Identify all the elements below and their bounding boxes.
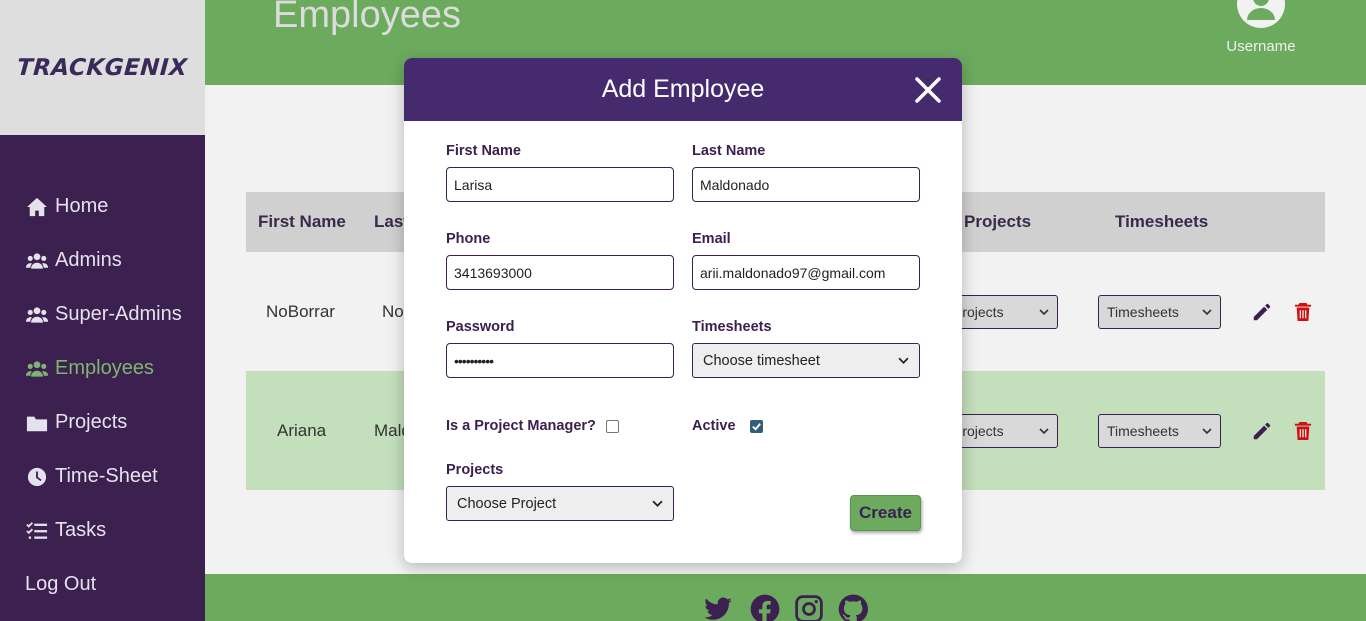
sidebar-logo-area: TRACKGENIX [0,0,205,135]
facebook-icon[interactable] [750,594,780,621]
chevron-down-icon [898,357,909,364]
tasks-icon [25,520,49,542]
sidebar-item-projects[interactable]: Projects [25,411,127,434]
username: Username [1226,38,1296,55]
modal-title: Add Employee [601,75,765,103]
sidebar-item-label: Super-Admins [55,303,182,325]
pencil-icon [1253,422,1271,440]
phone-input[interactable]: 3413693000 [446,255,674,290]
trash-icon [1294,422,1312,440]
home-icon [25,196,49,218]
users-icon [25,358,49,380]
chevron-down-icon [1202,428,1212,435]
sidebar-item-logout[interactable]: Log Out [25,573,96,596]
folder-icon [25,412,49,434]
trash-icon [1294,303,1312,321]
user-circle-icon [1237,0,1285,28]
email-input[interactable]: arii.maldonado97@gmail.com [692,255,920,290]
active-label: Active [692,418,736,434]
avatar [1237,0,1285,30]
first-name-label: First Name [446,143,521,159]
pencil-icon [1253,303,1271,321]
chevron-down-icon [1039,428,1049,435]
cell-first-name: NoBorrar [266,302,335,321]
sidebar-item-admins[interactable]: Admins [25,249,122,272]
chevron-down-icon [1039,309,1049,316]
last-name-input[interactable]: Maldonado [692,167,920,202]
sidebar-item-home[interactable]: Home [25,195,108,218]
sidebar-item-label: Projects [55,411,128,433]
users-icon [25,250,49,272]
column-header-projects: Projects [964,212,1032,231]
delete-button[interactable] [1294,301,1312,323]
close-icon [915,77,941,103]
timesheets-label: Timesheets [692,319,772,335]
timesheets-select[interactable]: Timesheets [1098,295,1221,329]
timesheet-select[interactable]: Choose timesheet [692,343,920,378]
modal-header: Add Employee [404,58,962,121]
email-label: Email [692,231,731,247]
instagram-icon[interactable] [794,594,824,621]
page-title: Employees [273,0,461,36]
last-name-label: Last Name [692,143,766,159]
github-icon[interactable] [838,594,868,621]
password-label: Password [446,319,515,335]
sidebar: Home Admins Super-Admins Employees Proje… [0,135,205,621]
sidebar-item-label: Employees [55,357,154,379]
footer [205,574,1366,621]
twitter-icon[interactable] [703,594,733,621]
project-select-value: Choose Project [457,495,557,512]
user-menu[interactable]: Username [1226,0,1296,55]
close-button[interactable] [914,76,942,104]
edit-button[interactable] [1251,420,1273,442]
project-select[interactable]: Choose Project [446,486,674,521]
sidebar-item-label: Tasks [55,519,107,541]
cell-first-name: Ariana [277,421,327,440]
sidebar-item-label: Admins [55,249,122,271]
sidebar-item-tasks[interactable]: Tasks [25,519,106,542]
active-checkbox[interactable] [750,420,763,433]
password-input[interactable]: •••••••••• [446,343,674,378]
app-logo[interactable]: TRACKGENIX [16,55,188,81]
edit-button[interactable] [1251,301,1273,323]
sidebar-item-super-admins[interactable]: Super-Admins [25,303,182,326]
sidebar-item-label: Home [55,195,109,217]
sidebar-item-label: Time-Sheet [55,465,158,487]
phone-label: Phone [446,231,491,247]
sidebar-item-time-sheet[interactable]: Time-Sheet [25,465,158,488]
timesheets-select[interactable]: Timesheets [1098,414,1221,448]
column-header-timesheets: Timesheets [1115,212,1209,231]
create-button[interactable]: Create [850,495,921,531]
project-manager-label: Is a Project Manager? [446,418,596,434]
sidebar-item-label: Log Out [25,573,97,595]
chevron-down-icon [1202,309,1212,316]
chevron-down-icon [652,500,663,507]
clock-icon [25,466,49,488]
users-icon [25,304,49,326]
sidebar-item-employees[interactable]: Employees [25,357,154,380]
first-name-input[interactable]: Larisa [446,167,674,202]
column-header-first-name: First Name [258,212,346,231]
projects-label: Projects [446,462,504,478]
timesheet-select-value: Choose timesheet [703,352,820,369]
add-employee-modal: Add Employee First Name Larisa Last Name… [404,58,962,563]
check-icon [752,423,761,431]
delete-button[interactable] [1294,420,1312,442]
project-manager-checkbox[interactable] [606,420,619,433]
